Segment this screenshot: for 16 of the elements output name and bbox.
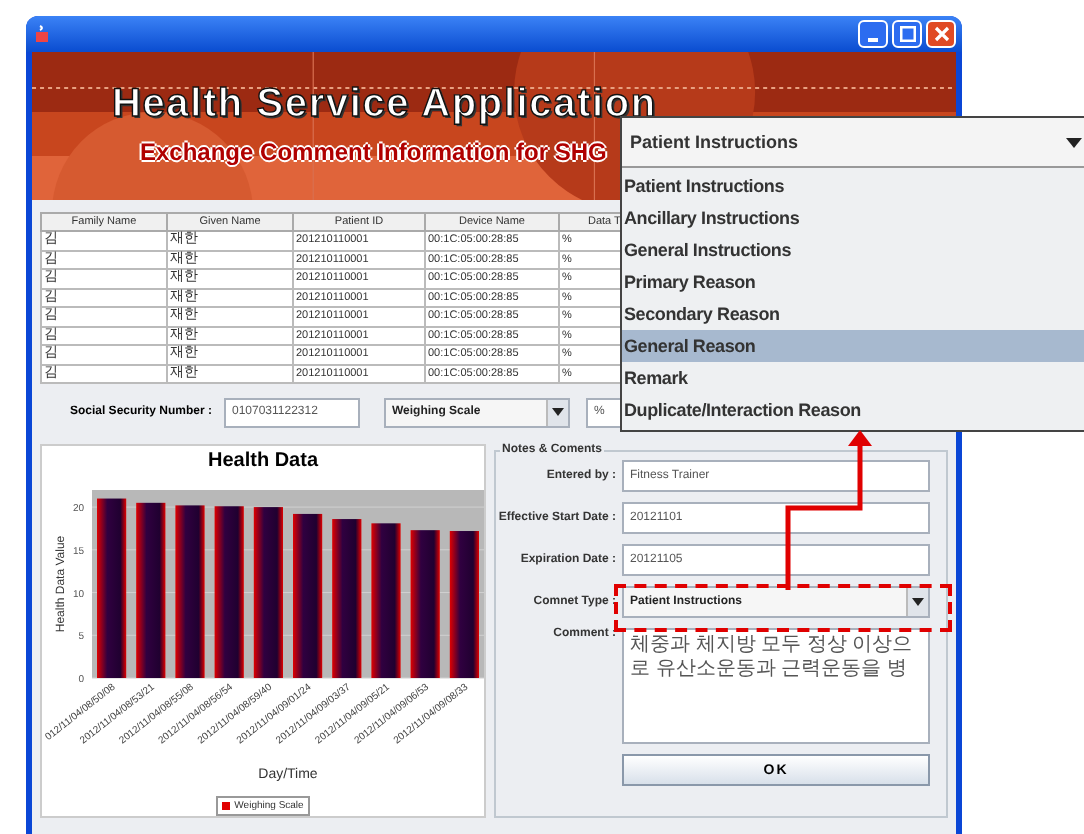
cup-icon [34,24,52,44]
maximize-button[interactable] [892,20,922,48]
caret-icon [912,598,924,606]
close-icon [933,26,949,42]
dropdown-option[interactable]: Ancillary Instructions [622,202,1084,234]
banner-subtitle: Exchange Comment Information for SHG [140,138,607,166]
chart-title: Health Data [207,450,318,474]
comment-area[interactable]: 체중과 체지방 모두 정상 이상으로 유산소운동과 근력운동을 병 [622,628,930,744]
close-button[interactable] [926,20,956,48]
maximize-icon [899,26,915,42]
caret-icon [552,408,564,416]
comment-type-dropdown[interactable]: Patient Instructions [622,118,1084,168]
minimize-button[interactable] [858,20,888,48]
caret-icon [1066,137,1082,147]
dropdown-option[interactable]: Patient Instructions [622,170,1084,202]
dropdown-option[interactable]: General Reason [622,330,1084,362]
